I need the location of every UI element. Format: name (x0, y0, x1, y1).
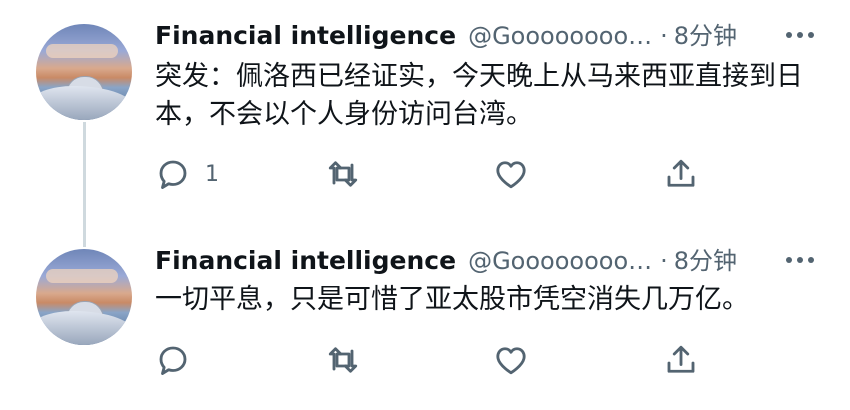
reply-icon (159, 346, 187, 375)
action-bar (155, 340, 715, 380)
avatar-cloud (46, 44, 118, 58)
reply-button[interactable] (155, 340, 205, 380)
separator-dot: · (660, 247, 668, 275)
separator-dot: · (660, 22, 668, 50)
avatar-landscape (36, 86, 132, 120)
like-icon (496, 347, 526, 375)
retweet-icon (328, 161, 358, 187)
retweet-button[interactable] (325, 154, 361, 194)
avatar[interactable] (36, 249, 132, 345)
display-name[interactable]: Financial intelligence (155, 246, 456, 275)
more-icon[interactable] (786, 257, 814, 263)
tweet[interactable]: Financial intelligence @Goooooooo… · 8分钟… (0, 225, 850, 410)
like-icon (496, 161, 526, 189)
avatar-landscape (36, 311, 132, 345)
reply-button[interactable]: 1 (155, 154, 219, 194)
user-handle[interactable]: @Goooooooo… (468, 247, 652, 275)
tweet-header: Financial intelligence @Goooooooo… · 8分钟 (155, 241, 737, 281)
avatar[interactable] (36, 24, 132, 120)
more-icon[interactable] (786, 32, 814, 38)
share-icon (667, 159, 695, 187)
timestamp[interactable]: 8分钟 (674, 241, 737, 276)
reply-icon (159, 160, 187, 189)
share-button[interactable] (663, 340, 699, 380)
like-button[interactable] (493, 340, 529, 380)
avatar-cloud (46, 269, 118, 283)
tweet-header: Financial intelligence @Goooooooo… · 8分钟 (155, 16, 737, 56)
action-bar: 1 (155, 154, 715, 194)
user-handle[interactable]: @Goooooooo… (468, 22, 652, 50)
reply-count: 1 (205, 161, 219, 187)
tweet-text: 突发：佩洛西已经证实，今天晚上从马来西亚直接到日本，不会以个人身份访问台湾。 (155, 61, 803, 130)
share-icon (667, 345, 695, 373)
display-name[interactable]: Financial intelligence (155, 21, 456, 50)
retweet-icon (328, 347, 358, 373)
retweet-button[interactable] (325, 340, 361, 380)
timestamp[interactable]: 8分钟 (674, 16, 737, 51)
like-button[interactable] (493, 154, 529, 194)
tweet[interactable]: Financial intelligence @Goooooooo… · 8分钟… (0, 0, 850, 205)
tweet-text: 一切平息，只是可惜了亚太股市凭空消失几万亿。 (155, 284, 749, 315)
share-button[interactable] (663, 154, 699, 194)
